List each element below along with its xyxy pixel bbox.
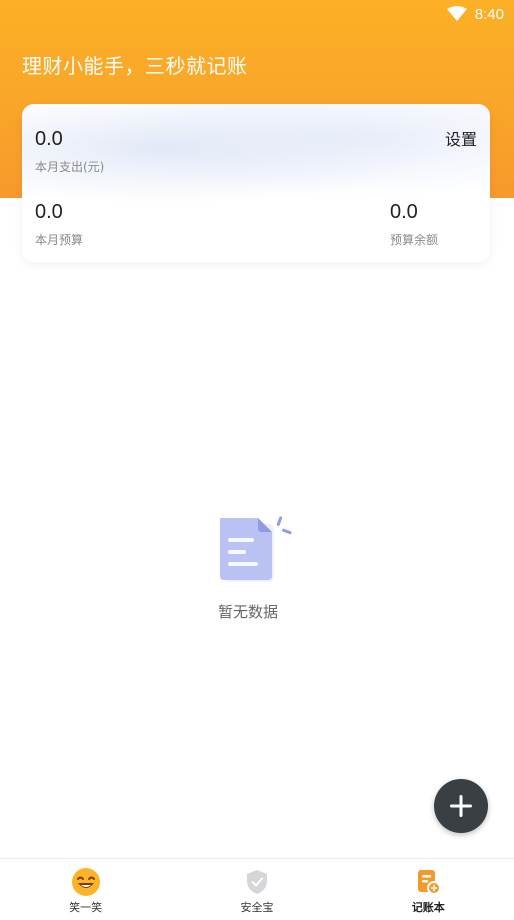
tab-ledger-label: 记账本 [411, 901, 445, 914]
tab-smile[interactable]: 笑一笑 [0, 859, 171, 920]
tab-security[interactable]: 安全宝 [171, 859, 342, 920]
status-time: 8:40 [474, 5, 504, 23]
header-slogan: 理财小能手，三秒就记账 [22, 54, 248, 78]
smile-icon [71, 868, 100, 896]
month-budget-label: 本月预算 [35, 233, 84, 247]
status-bar: 8:40 [0, 0, 514, 28]
month-expense-label: 本月支出(元) [35, 160, 105, 174]
budget-remaining-label: 预算余额 [390, 233, 439, 247]
tab-ledger[interactable]: 记账本 [343, 859, 514, 920]
shield-icon [246, 870, 267, 894]
add-record-button[interactable] [434, 779, 488, 833]
month-expense-value: 0.0 [35, 128, 63, 150]
summary-card: 0.0 本月支出(元) 设置 0.0 本月预算 0.0 预算余额 [22, 104, 490, 262]
ledger-icon [418, 870, 442, 895]
settings-button[interactable]: 设置 [445, 126, 477, 150]
wifi-icon [446, 6, 467, 21]
tab-security-label: 安全宝 [240, 901, 274, 914]
month-budget-value: 0.0 [35, 201, 63, 223]
plus-icon [450, 795, 472, 817]
bottom-tab-bar: 笑一笑 安全宝 记账本 [0, 858, 514, 920]
budget-remaining-value: 0.0 [390, 201, 418, 223]
empty-state-text: 暂无数据 [217, 603, 278, 621]
empty-document-icon [220, 516, 292, 582]
tab-smile-label: 笑一笑 [69, 901, 103, 914]
